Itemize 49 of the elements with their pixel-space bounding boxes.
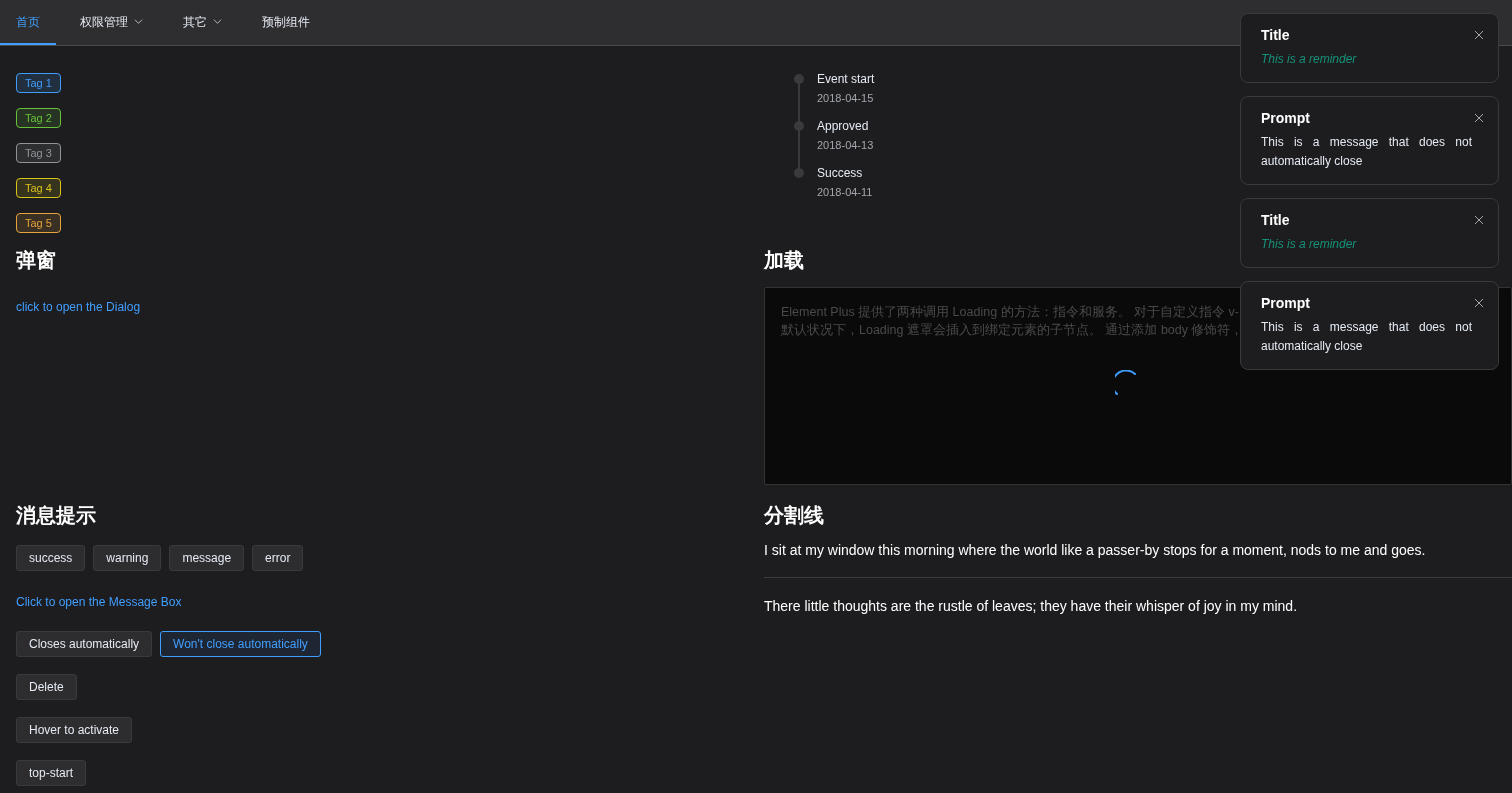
button[interactable]: Closes automatically — [16, 631, 153, 657]
message-box-link[interactable]: Click to open the Message Box — [16, 593, 182, 611]
timeline-date: 2018-04-15 — [817, 91, 874, 106]
close-icon[interactable] — [1474, 113, 1484, 123]
section-heading: 消息提示 — [16, 503, 97, 527]
close-icon[interactable] — [1474, 30, 1484, 40]
loading-text: 默认状况下，Loading 遮罩会插入到绑定元素的子节点。 通过添加 body 修饰符， — [781, 322, 1244, 339]
nav-item[interactable]: 首页 — [0, 0, 56, 45]
close-icon[interactable] — [1474, 298, 1484, 308]
loading-text: Element Plus 提供了两种调用 Loading 的方法：指令和服务。 对于自定义指令 v- — [781, 304, 1239, 321]
tag: Tag 1 — [16, 73, 61, 93]
tag: Tag 3 — [16, 143, 61, 163]
notification-text: This is a reminder — [1261, 51, 1358, 68]
timeline-date: 2018-04-11 — [817, 185, 873, 200]
paragraph: I sit at my window this morning where the world like a passer-by stops for a moment, nods to me and goes. — [764, 541, 1427, 560]
paragraph: There little thoughts are the rustle of leaves; they have their whisper of joy in my mind. — [764, 597, 1299, 616]
notification-title: Prompt — [1261, 294, 1311, 312]
timeline-dot — [794, 121, 804, 131]
notification-title: Title — [1261, 211, 1291, 229]
timeline-dot — [794, 74, 804, 84]
button[interactable]: error — [252, 545, 304, 571]
timeline-dot — [794, 168, 804, 178]
tag: Tag 2 — [16, 108, 61, 128]
section-heading: 弹窗 — [16, 248, 57, 272]
section-heading: 加载 — [764, 248, 805, 272]
button[interactable]: warning — [93, 545, 162, 571]
dialog-link[interactable]: click to open the Dialog — [16, 298, 141, 316]
notification-title: Title — [1261, 26, 1291, 44]
timeline-date: 2018-04-13 — [817, 138, 874, 153]
button[interactable]: top-start — [16, 760, 86, 786]
timeline-title: Approved — [817, 118, 869, 134]
timeline-title: Success — [817, 165, 863, 181]
tag: Tag 5 — [16, 213, 61, 233]
button[interactable]: success — [16, 545, 86, 571]
nav-item[interactable]: 预制组件 — [246, 0, 326, 45]
tag: Tag 4 — [16, 178, 61, 198]
nav-item[interactable]: 权限管理 — [64, 0, 159, 45]
timeline-title: Event start — [817, 71, 875, 87]
button[interactable]: Won't close automatically — [160, 631, 321, 657]
section-heading: 分割线 — [764, 503, 825, 527]
button[interactable]: Hover to activate — [16, 717, 133, 743]
button[interactable]: message — [169, 545, 245, 571]
notification-title: Prompt — [1261, 109, 1311, 127]
notification-text: This is a reminder — [1261, 236, 1358, 253]
button[interactable]: Delete — [16, 674, 77, 700]
notification-text: This is a message that does not automatically close — [1261, 134, 1473, 170]
close-icon[interactable] — [1474, 215, 1484, 225]
notification-text: This is a message that does not automatically close — [1261, 319, 1473, 355]
nav-item[interactable]: 其它 — [167, 0, 238, 45]
